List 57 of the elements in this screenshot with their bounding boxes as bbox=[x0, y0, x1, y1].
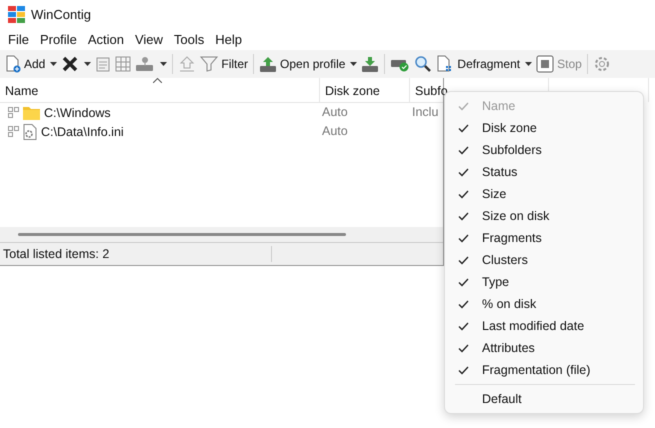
tree-node-icon bbox=[8, 107, 19, 118]
menu-item[interactable]: % on disk bbox=[445, 293, 643, 315]
delete-icon bbox=[61, 55, 80, 73]
window-title: WinContig bbox=[31, 6, 91, 22]
new-file-icon bbox=[5, 55, 21, 73]
tree-node-icon bbox=[8, 126, 19, 137]
dropdown-caret-icon[interactable] bbox=[84, 62, 92, 66]
app-logo-icon bbox=[8, 6, 25, 22]
up-arrow-icon bbox=[178, 55, 196, 73]
menu-item[interactable]: Profile bbox=[34, 32, 82, 46]
table-cell: Auto bbox=[322, 105, 348, 119]
menu-item[interactable]: Last modified date bbox=[445, 315, 643, 337]
drive-pin-icon bbox=[135, 55, 156, 73]
filter-icon bbox=[200, 56, 218, 72]
menu-item[interactable]: Fragmentation (file) bbox=[445, 359, 643, 381]
search-icon bbox=[414, 55, 432, 73]
menu-item[interactable]: Default bbox=[445, 388, 643, 410]
column-header[interactable]: Disk zone bbox=[320, 78, 410, 102]
dropdown-caret-icon[interactable] bbox=[350, 62, 358, 66]
menu-item[interactable]: Attributes bbox=[445, 337, 643, 359]
folder-icon bbox=[23, 106, 40, 120]
table-cell: Auto bbox=[322, 124, 348, 138]
menu-item[interactable]: Clusters bbox=[445, 249, 643, 271]
scrollbar-thumb[interactable] bbox=[18, 233, 346, 236]
menu-item[interactable]: Subfolders bbox=[445, 139, 643, 161]
settings-file-icon bbox=[23, 124, 37, 140]
grid-icon bbox=[115, 56, 132, 72]
menu-item[interactable]: Disk zone bbox=[445, 117, 643, 139]
open-button[interactable]: Open profile bbox=[258, 53, 358, 75]
menu-item[interactable]: Size bbox=[445, 183, 643, 205]
stop-icon bbox=[536, 55, 554, 73]
menu-item[interactable]: File bbox=[3, 32, 34, 46]
menu-item[interactable]: Status bbox=[445, 161, 643, 183]
menu-item[interactable]: Action bbox=[82, 32, 129, 46]
drive-download-icon bbox=[361, 55, 380, 73]
filter-button[interactable]: Filter bbox=[199, 54, 250, 74]
file-path: C:\Data\Info.ini bbox=[41, 124, 124, 138]
dropdown-caret-icon[interactable] bbox=[525, 62, 532, 66]
menu-item[interactable]: Type bbox=[445, 271, 643, 293]
grid-button[interactable] bbox=[114, 54, 132, 74]
drive-upload-icon bbox=[259, 55, 278, 73]
defrag-button[interactable]: Defragment bbox=[435, 53, 534, 75]
document-icon bbox=[95, 55, 112, 73]
add-button[interactable]: Add bbox=[4, 53, 58, 75]
menu-item[interactable]: Tools bbox=[168, 32, 210, 46]
table-cell: Inclu bbox=[412, 105, 438, 119]
sort-caret-icon bbox=[153, 78, 162, 83]
status-text: Total listed items: 2 bbox=[3, 247, 110, 261]
dropdown-caret-icon[interactable] bbox=[160, 62, 168, 66]
menu-item[interactable]: View bbox=[130, 32, 168, 46]
file-path: C:\Windows bbox=[44, 106, 111, 120]
menu-item[interactable]: Help bbox=[210, 32, 248, 46]
dropdown-caret-icon[interactable] bbox=[50, 62, 58, 66]
menu-item[interactable]: Size on disk bbox=[445, 205, 643, 227]
settings-icon bbox=[592, 55, 611, 73]
column-header[interactable]: Name bbox=[0, 78, 320, 102]
menu-item[interactable]: Fragments bbox=[445, 227, 643, 249]
